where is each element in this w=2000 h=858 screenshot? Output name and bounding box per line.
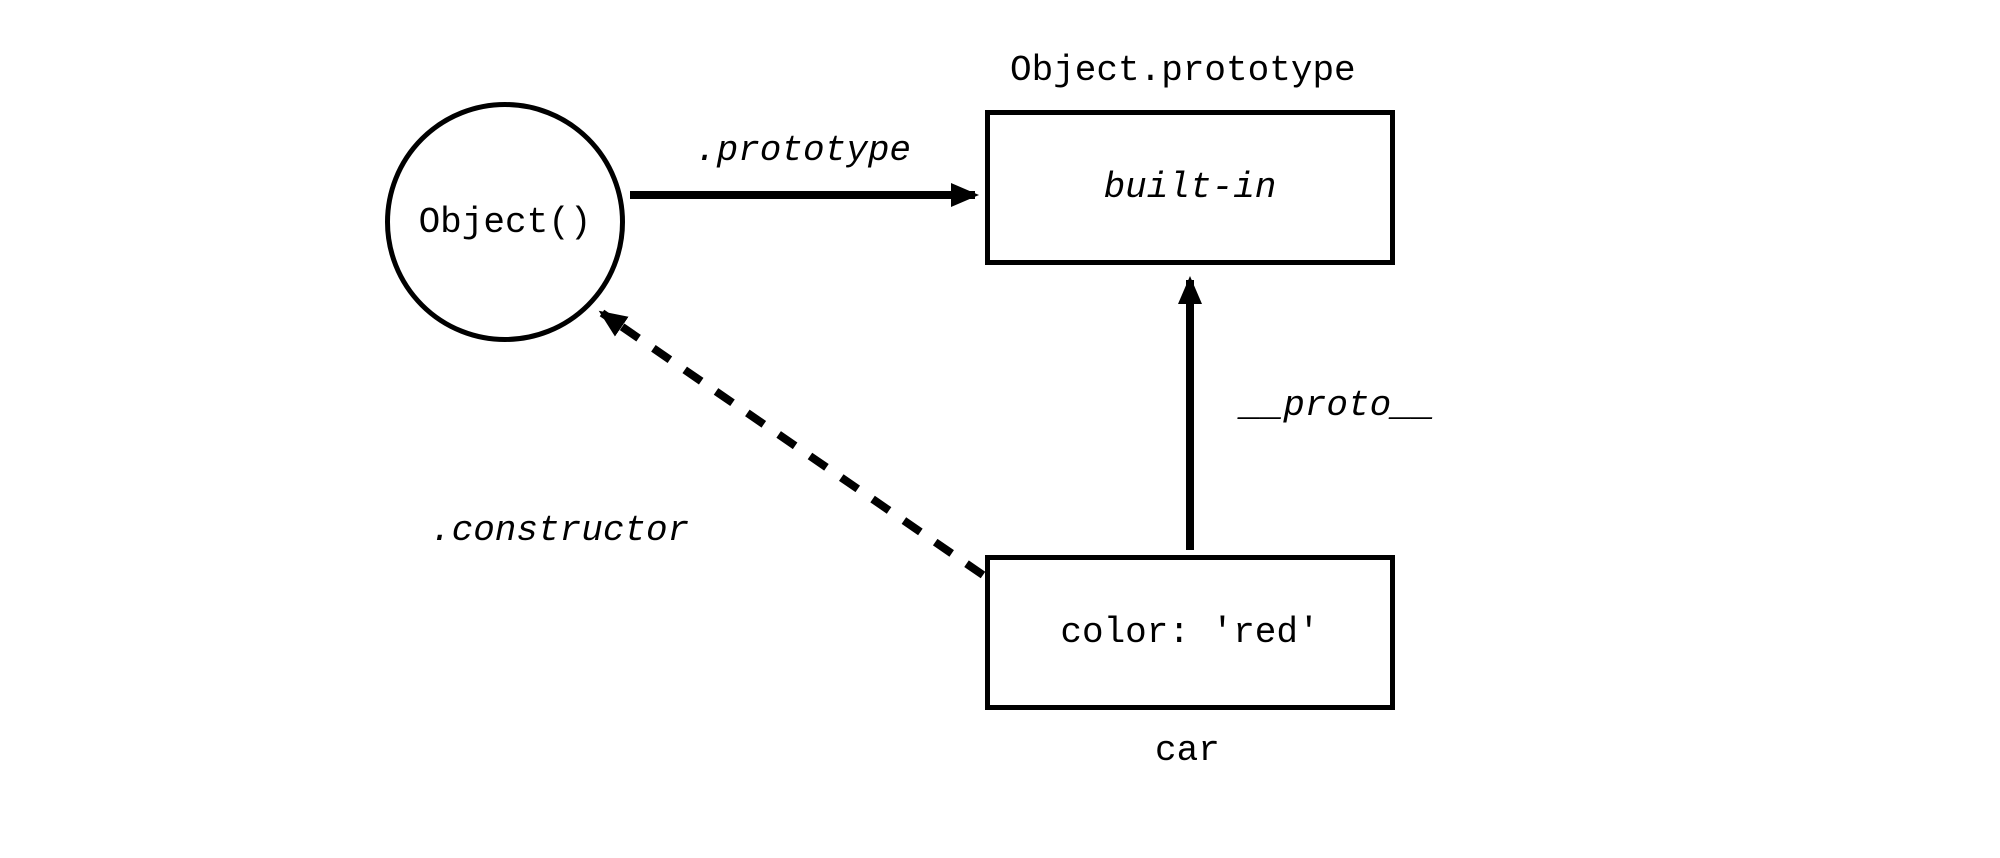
diagram-container: Object() Object.prototype built-in color… [0, 0, 2000, 858]
node-object-prototype-content: built-in [1104, 167, 1277, 208]
label-edge-proto: __proto__ [1240, 385, 1434, 426]
label-car-title: car [1155, 730, 1220, 771]
node-object-function-label: Object() [419, 202, 592, 243]
node-object-function: Object() [385, 102, 625, 342]
node-object-prototype: built-in [985, 110, 1395, 265]
label-object-prototype-title: Object.prototype [1010, 50, 1356, 91]
node-car: color: 'red' [985, 555, 1395, 710]
label-edge-prototype: .prototype [695, 130, 911, 171]
label-edge-constructor: .constructor [430, 510, 689, 551]
node-car-content: color: 'red' [1060, 612, 1319, 653]
